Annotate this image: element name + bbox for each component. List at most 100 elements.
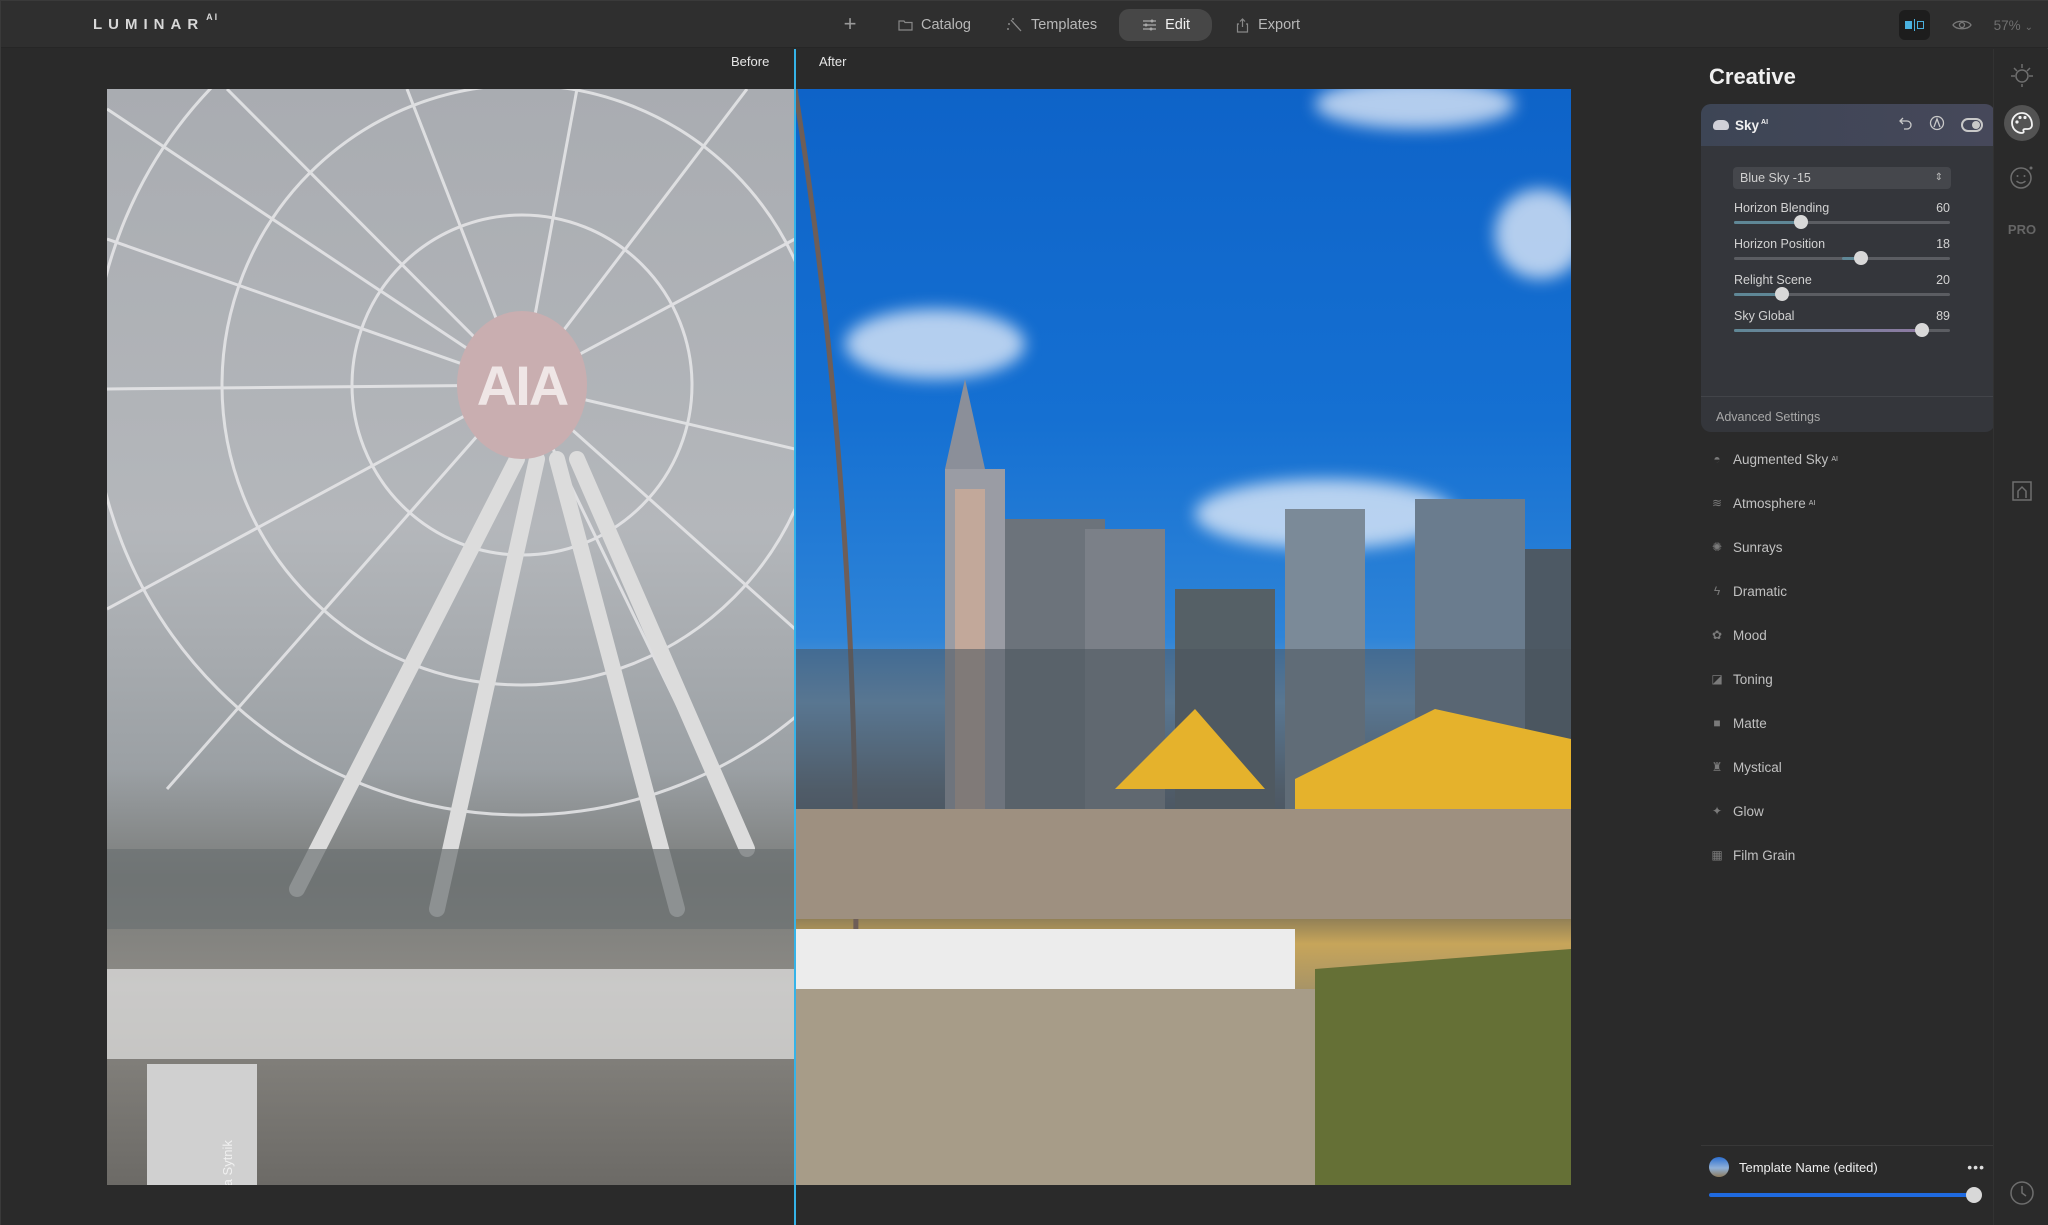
before-image: AIA — [107, 89, 795, 1185]
slider-value: 89 — [1936, 309, 1950, 323]
tool-label: Atmosphere — [1733, 495, 1806, 511]
slider-knob[interactable] — [1914, 323, 1929, 337]
face-portrait-icon[interactable] — [2006, 161, 2038, 193]
sky-tool-actions — [1899, 115, 1983, 136]
tab-templates-label: Templates — [1030, 17, 1098, 33]
slider-knob[interactable] — [1854, 251, 1869, 265]
tool-matte[interactable]: ■ Matte — [1709, 701, 1979, 745]
slider-track[interactable] — [1734, 323, 1950, 337]
tab-edit[interactable]: Edit — [1119, 9, 1213, 41]
add-photos-button[interactable]: + — [837, 12, 863, 38]
matte-square-icon: ■ — [1713, 716, 1721, 730]
main-nav: + Catalog Templates Edit Export — [837, 9, 1322, 41]
tool-mystical[interactable]: ♜ Mystical — [1709, 745, 1979, 789]
compare-toggle-button[interactable] — [1898, 10, 1930, 40]
undo-icon[interactable] — [1899, 116, 1913, 135]
tool-label: Augmented Sky — [1733, 451, 1829, 467]
slider-relight-scene[interactable]: Relight Scene 20 — [1734, 273, 1950, 301]
tool-atmosphere[interactable]: ≋ Atmosphere AI — [1709, 481, 1979, 525]
tab-templates[interactable]: Templates — [993, 9, 1111, 41]
sky-tool-label: Sky — [1735, 117, 1760, 133]
slider-label: Horizon Blending — [1734, 201, 1830, 215]
luminar-window: LUMINAR AI + Catalog Templates Edit Expor… — [0, 0, 2048, 1225]
pro-tools-button[interactable]: PRO — [2006, 213, 2038, 245]
city-skyline-graphic — [795, 89, 1571, 1185]
tool-toning[interactable]: ◪ Toning — [1709, 657, 1979, 701]
compare-after-icon — [1916, 21, 1924, 29]
chevron-down-icon: ⌄ — [2024, 21, 2033, 33]
slider-label: Relight Scene — [1734, 273, 1812, 287]
paint-bucket-icon: ◪ — [1711, 672, 1723, 686]
zoom-dropdown[interactable]: 57% ⌄ — [1994, 18, 2033, 33]
dome-icon: ◓ — [1713, 452, 1721, 466]
tool-glow[interactable]: ✦ Glow — [1709, 789, 1979, 833]
slider-value: 20 — [1936, 273, 1950, 287]
ai-badge: AI — [1831, 455, 1838, 463]
tool-film-grain[interactable]: ▦ Film Grain — [1709, 833, 1979, 877]
eye-icon[interactable] — [1951, 18, 1972, 32]
slider-horizon-position[interactable]: Horizon Position 18 — [1734, 237, 1950, 265]
zoom-level: 57% — [1993, 17, 2021, 33]
pro-label: PRO — [2007, 221, 2037, 237]
creative-panel: Creative Sky AI Blue Sky -15 ⇕ Horizon Ble… — [1691, 49, 2013, 1225]
slider-value: 18 — [1936, 237, 1950, 251]
photo-credit: ©Dima Sytnik — [220, 1140, 235, 1185]
sky-preset-select[interactable]: Blue Sky -15 ⇕ — [1733, 167, 1951, 189]
after-image — [795, 89, 1571, 1185]
slider-horizon-blending[interactable]: Horizon Blending 60 — [1734, 201, 1950, 229]
sky-tool-header[interactable]: Sky AI — [1701, 104, 1995, 146]
ferris-wheel-graphic — [107, 89, 795, 1185]
sliders-icon — [1141, 18, 1157, 32]
ai-badge: AI — [1761, 119, 1769, 126]
tool-label: Film Grain — [1733, 847, 1796, 863]
before-label: Before — [731, 54, 770, 69]
tab-export-label: Export — [1258, 17, 1300, 33]
tool-sunrays[interactable]: ✺ Sunrays — [1709, 525, 1979, 569]
top-bar: LUMINAR AI + Catalog Templates Edit Expor… — [1, 1, 2048, 48]
aia-hub-sign: AIA — [457, 311, 587, 459]
slider-knob[interactable] — [1774, 287, 1789, 301]
share-icon — [1234, 17, 1250, 33]
app-logo: LUMINAR AI — [93, 12, 219, 33]
slider-label: Sky Global — [1734, 309, 1795, 323]
folder-icon — [897, 18, 913, 32]
tool-label: Matte — [1733, 715, 1767, 731]
sun-essentials-icon[interactable] — [2006, 59, 2038, 91]
local-masking-icon[interactable] — [2006, 475, 2038, 507]
tool-label: Sunrays — [1733, 539, 1783, 555]
slider-track[interactable] — [1734, 287, 1950, 301]
slider-knob[interactable] — [1793, 215, 1808, 229]
photo[interactable]: AIA ©Dima Sytnik — [107, 89, 1571, 1185]
sky-tool-name: Sky AI — [1735, 118, 1768, 133]
creative-tools-list: ◓ Augmented Sky AI ≋ Atmosphere AI ✺ Sunrays … — [1709, 437, 1979, 877]
template-amount-slider[interactable] — [1709, 1187, 1982, 1203]
tool-augmented-sky[interactable]: ◓ Augmented Sky AI — [1709, 437, 1979, 481]
slider-fill — [1734, 221, 1801, 224]
mask-brush-icon[interactable] — [1929, 115, 1945, 136]
palette-creative-icon[interactable] — [2004, 105, 2040, 141]
slider-knob[interactable] — [1966, 1187, 1982, 1203]
sky-tool-card: Sky AI Blue Sky -15 ⇕ Horizon Blending 60 H… — [1701, 104, 1995, 432]
tab-catalog[interactable]: Catalog — [883, 9, 985, 41]
magic-wand-icon — [1007, 18, 1023, 32]
sky-visibility-toggle[interactable] — [1961, 118, 1983, 132]
advanced-settings-toggle[interactable]: Advanced Settings — [1716, 410, 1820, 424]
slider-track[interactable] — [1734, 215, 1950, 229]
before-after-divider-handle[interactable] — [794, 49, 796, 1225]
tool-label: Mood — [1733, 627, 1767, 643]
flower-icon: ✿ — [1711, 628, 1723, 642]
sun-rays-icon: ✺ — [1711, 540, 1723, 554]
template-strip: Template Name (edited) ••• — [1709, 1155, 1989, 1203]
compare-divider-icon — [1913, 19, 1915, 31]
divider — [1701, 1145, 2013, 1146]
history-clock-icon[interactable] — [2006, 1177, 2038, 1209]
slider-track[interactable] — [1734, 251, 1950, 265]
tab-export[interactable]: Export — [1220, 9, 1314, 41]
slider-label: Horizon Position — [1734, 237, 1826, 251]
more-options-button[interactable]: ••• — [1967, 1159, 1985, 1175]
tool-dramatic[interactable]: ϟ Dramatic — [1709, 569, 1979, 613]
tab-edit-label: Edit — [1165, 17, 1191, 33]
tool-category-rail: PRO — [1993, 49, 2048, 1225]
slider-sky-global[interactable]: Sky Global 89 — [1734, 309, 1950, 337]
tool-mood[interactable]: ✿ Mood — [1709, 613, 1979, 657]
